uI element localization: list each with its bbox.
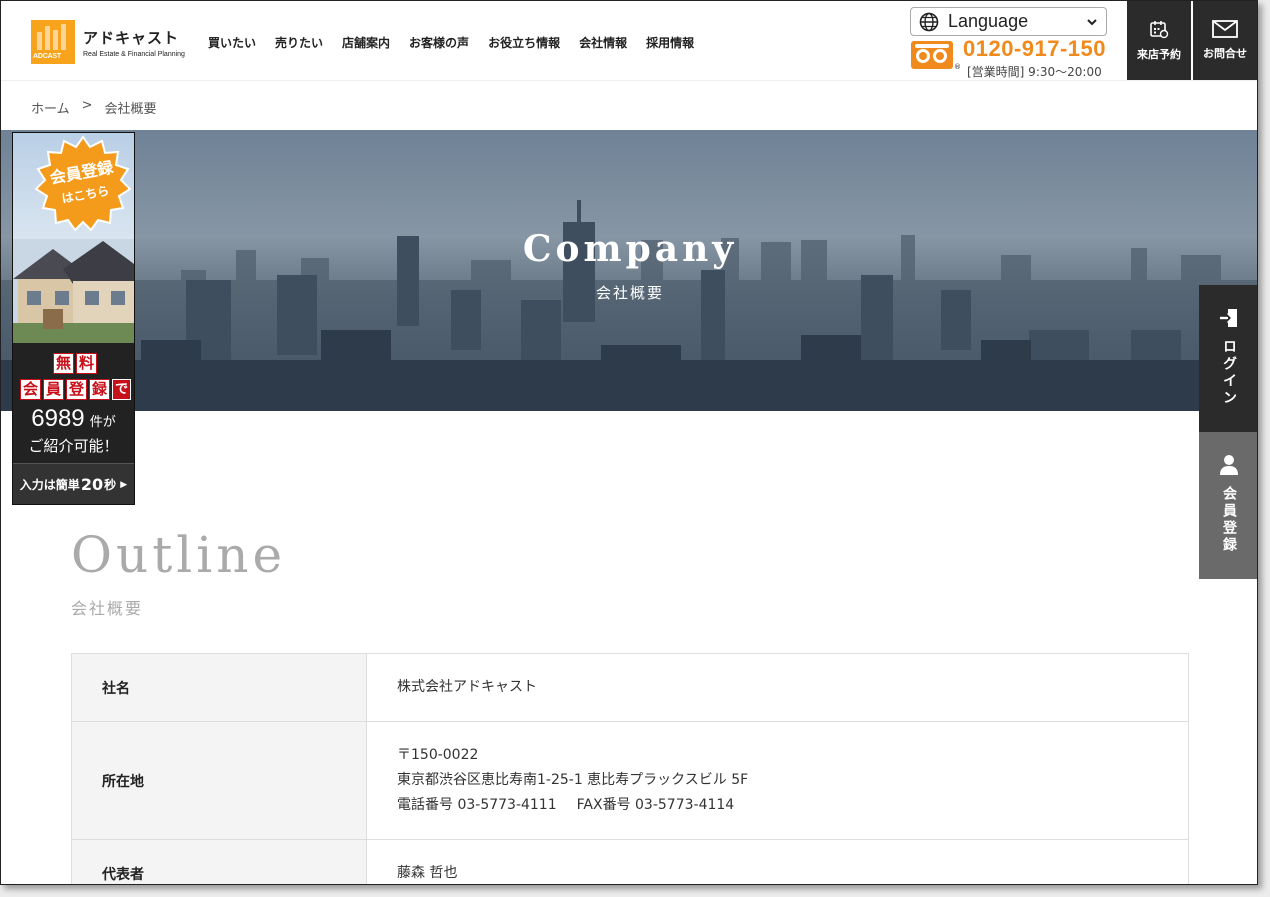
mail-icon [1212, 20, 1238, 38]
row-label: 所在地 [72, 722, 367, 839]
reserve-button[interactable]: 来店予約 [1127, 1, 1191, 80]
introduction-text: ご紹介可能！ [28, 437, 119, 455]
registered-mark: ® [954, 63, 961, 71]
nav-info[interactable]: お役立ち情報 [488, 34, 560, 51]
breadcrumb-home[interactable]: ホーム [31, 98, 70, 117]
member-label-vertical: 会員登録 [1221, 486, 1237, 554]
row-value: 〒150-0022 東京都渋谷区恵比寿南1-25-1 恵比寿プラックスビル 5F… [367, 722, 1188, 839]
row-value: 株式会社アドキャスト [397, 679, 537, 695]
logo-subtitle: Real Estate & Financial Planning [83, 50, 185, 58]
breadcrumb-separator: > [81, 98, 93, 113]
hero-subtitle: 会社概要 [595, 284, 664, 302]
language-label: Language [948, 11, 1029, 31]
nav-voices[interactable]: お客様の声 [409, 34, 469, 51]
login-label: ログイン [1221, 339, 1237, 407]
hero-banner: Company 会社概要 [1, 130, 1257, 411]
city-skyline-image [1, 200, 1257, 411]
property-count: 6989 件が [31, 405, 116, 432]
login-icon [1220, 309, 1237, 327]
free-label: 無料 [53, 353, 98, 374]
logo-name: アドキャスト [83, 28, 180, 47]
table-row: 所在地 〒150-0022 東京都渋谷区恵比寿南1-25-1 恵比寿プラックスビ… [71, 722, 1189, 840]
main-nav: 買いたい 売りたい 店舗案内 お客様の声 お役立ち情報 会社情報 採用情報 [208, 34, 713, 51]
member-register-tab[interactable]: 会員登録 [1199, 432, 1257, 579]
logo-mark-text: ADCAST [33, 53, 61, 60]
section-subtitle: 会社概要 [71, 599, 144, 618]
breadcrumb: ホーム > 会社概要 [31, 98, 157, 117]
business-hours: [営業時間] 9:30〜20:00 [967, 65, 1102, 79]
nav-company[interactable]: 会社情報 [579, 34, 627, 51]
row-value: 藤森 哲也 [397, 865, 458, 881]
globe-icon [919, 12, 939, 31]
user-icon [1220, 455, 1238, 475]
chevron-down-icon [1087, 19, 1097, 26]
postal-code: 〒150-0022 [397, 747, 479, 763]
nav-sell[interactable]: 売りたい [275, 34, 323, 51]
hero-title: Company [522, 228, 738, 270]
contact-label: お問合せ [1203, 47, 1247, 60]
contact-button[interactable]: お問合せ [1193, 1, 1257, 80]
freedial-icon [911, 41, 953, 69]
phone-info: 電話番号 03-5773-4111 [397, 797, 557, 813]
reserve-label: 来店予約 [1137, 48, 1181, 61]
page-frame: ADCAST アドキャスト Real Estate & Financial Pl… [0, 0, 1258, 885]
language-select[interactable]: Language [910, 7, 1107, 36]
phone-number[interactable]: 0120-917-150 [963, 36, 1106, 62]
company-info-table: 社名 株式会社アドキャスト 所在地 〒150-0022 東京都渋谷区恵比寿南1-… [71, 653, 1189, 884]
breadcrumb-current: 会社概要 [104, 102, 157, 117]
address: 東京都渋谷区恵比寿南1-25-1 恵比寿プラックスビル 5F [397, 772, 749, 788]
member-registration-banner[interactable]: 会員登録 はこちら 無料 会員登録で 6989 件が ご紹介可能！ 入力は簡単 2… [12, 132, 135, 505]
nav-buy[interactable]: 買いたい [208, 34, 256, 51]
row-label: 社名 [72, 654, 367, 721]
logo-mark: ADCAST [31, 20, 75, 64]
fax-info: FAX番号 03-5773-4114 [576, 797, 735, 813]
table-row: 代表者 藤森 哲也 [71, 840, 1189, 884]
site-logo[interactable]: ADCAST アドキャスト Real Estate & Financial Pl… [31, 20, 185, 64]
site-header: ADCAST アドキャスト Real Estate & Financial Pl… [1, 1, 1257, 81]
play-arrow-icon: ▶ [120, 479, 128, 490]
member-label: 会員登録で [20, 379, 132, 400]
login-tab[interactable]: ログイン [1199, 285, 1257, 432]
nav-recruit[interactable]: 採用情報 [646, 34, 694, 51]
banner-cta[interactable]: 入力は簡単 20 秒 ▶ [13, 463, 134, 504]
section-title: Outline [71, 526, 287, 584]
row-label: 代表者 [72, 840, 367, 884]
table-row: 社名 株式会社アドキャスト [71, 654, 1189, 722]
house-illustration [13, 239, 134, 343]
calendar-icon [1150, 21, 1169, 39]
nav-stores[interactable]: 店舗案内 [342, 34, 390, 51]
